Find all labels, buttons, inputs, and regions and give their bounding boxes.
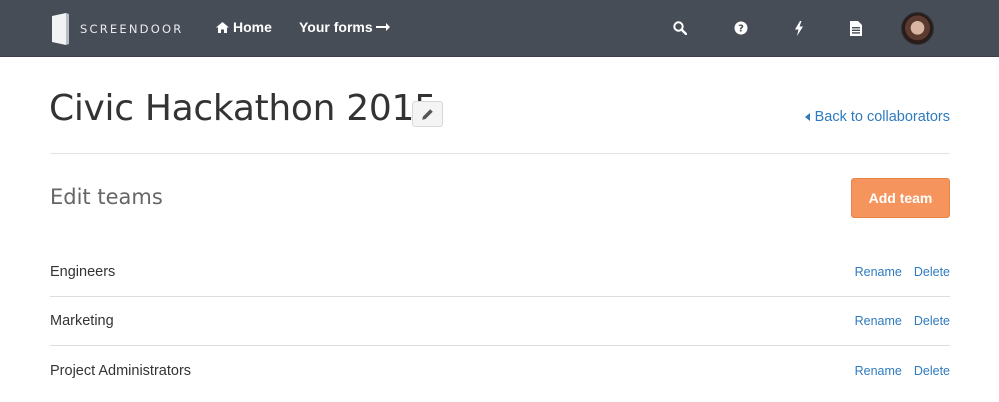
svg-text:?: ? [738, 24, 744, 35]
nav-home-label: Home [233, 19, 272, 35]
rename-team-link[interactable]: Rename [855, 364, 902, 378]
brand-name: SCREENDOOR [80, 22, 184, 36]
user-avatar[interactable] [901, 12, 934, 45]
team-actions: Rename Delete [855, 364, 950, 378]
team-list: Engineers Rename Delete Marketing Rename… [50, 248, 950, 395]
lightning-icon[interactable] [791, 20, 807, 36]
caret-left-icon [804, 113, 810, 121]
arrow-right-icon [375, 22, 390, 32]
nav-your-forms-link[interactable]: Your forms [299, 19, 390, 35]
team-row: Project Administrators Rename Delete [50, 346, 950, 395]
team-name: Marketing [50, 313, 114, 329]
back-to-collaborators-link[interactable]: Back to collaborators [804, 109, 950, 125]
help-icon[interactable]: ? [733, 20, 749, 36]
rename-team-link[interactable]: Rename [855, 314, 902, 328]
team-actions: Rename Delete [855, 265, 950, 279]
add-team-button[interactable]: Add team [851, 178, 950, 218]
team-name: Engineers [50, 264, 116, 280]
team-row: Engineers Rename Delete [50, 248, 950, 297]
top-navbar: SCREENDOOR Home Your forms ? [0, 0, 999, 57]
door-logo-icon [50, 13, 70, 45]
team-actions: Rename Delete [855, 314, 950, 328]
rename-team-link[interactable]: Rename [855, 265, 902, 279]
edit-title-button[interactable] [412, 101, 443, 127]
delete-team-link[interactable]: Delete [914, 364, 950, 378]
page-title: Civic Hackathon 2015 [49, 88, 437, 129]
nav-your-forms-label: Your forms [299, 19, 373, 35]
pencil-icon [421, 108, 434, 121]
delete-team-link[interactable]: Delete [914, 314, 950, 328]
document-icon[interactable] [848, 20, 864, 36]
search-icon[interactable] [672, 20, 688, 36]
screendoor-logo[interactable]: SCREENDOOR [50, 13, 183, 45]
team-row: Marketing Rename Delete [50, 297, 950, 346]
back-link-label: Back to collaborators [814, 109, 950, 125]
team-name: Project Administrators [50, 362, 192, 379]
header-divider [50, 153, 950, 154]
home-icon [216, 21, 229, 33]
nav-home-link[interactable]: Home [216, 19, 272, 35]
delete-team-link[interactable]: Delete [914, 265, 950, 279]
section-title: Edit teams [50, 185, 163, 209]
